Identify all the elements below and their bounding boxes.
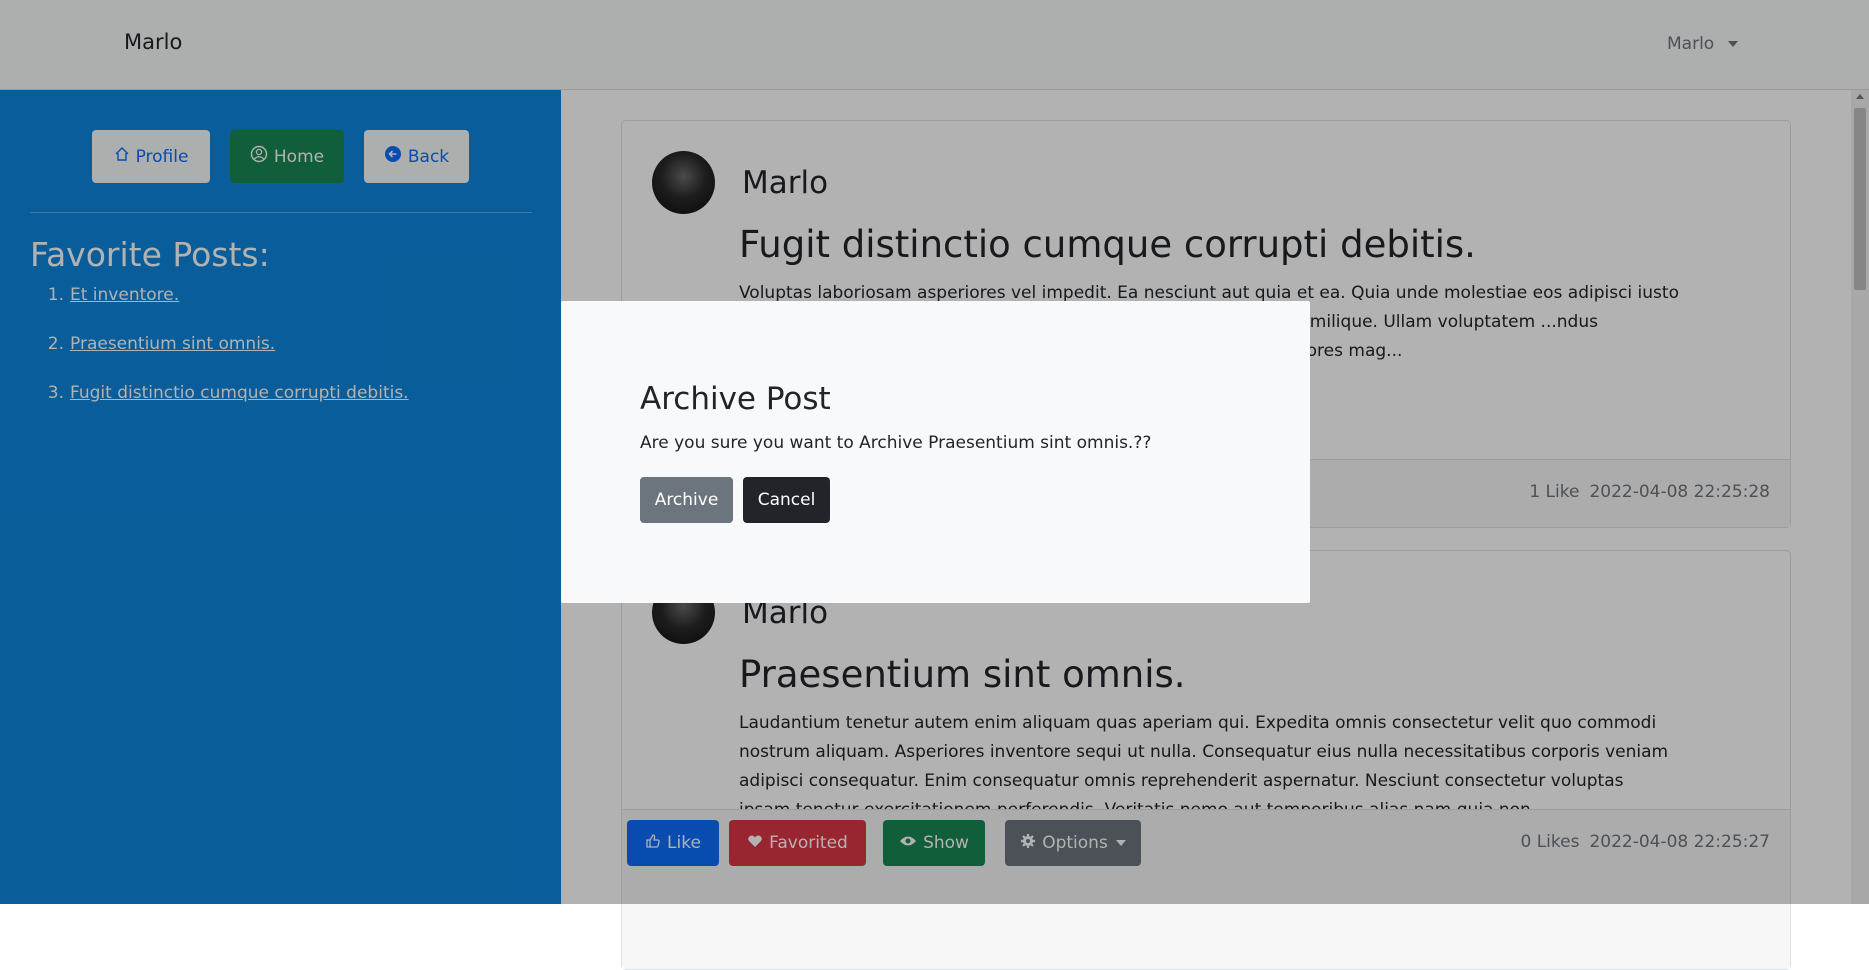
modal-message: Are you sure you want to Archive Praesen… xyxy=(640,433,1152,453)
modal-title: Archive Post xyxy=(640,381,831,417)
archive-post-modal: Archive Post Are you sure you want to Ar… xyxy=(561,301,1310,603)
cancel-button[interactable]: Cancel xyxy=(743,477,830,523)
archive-button[interactable]: Archive xyxy=(640,477,733,523)
